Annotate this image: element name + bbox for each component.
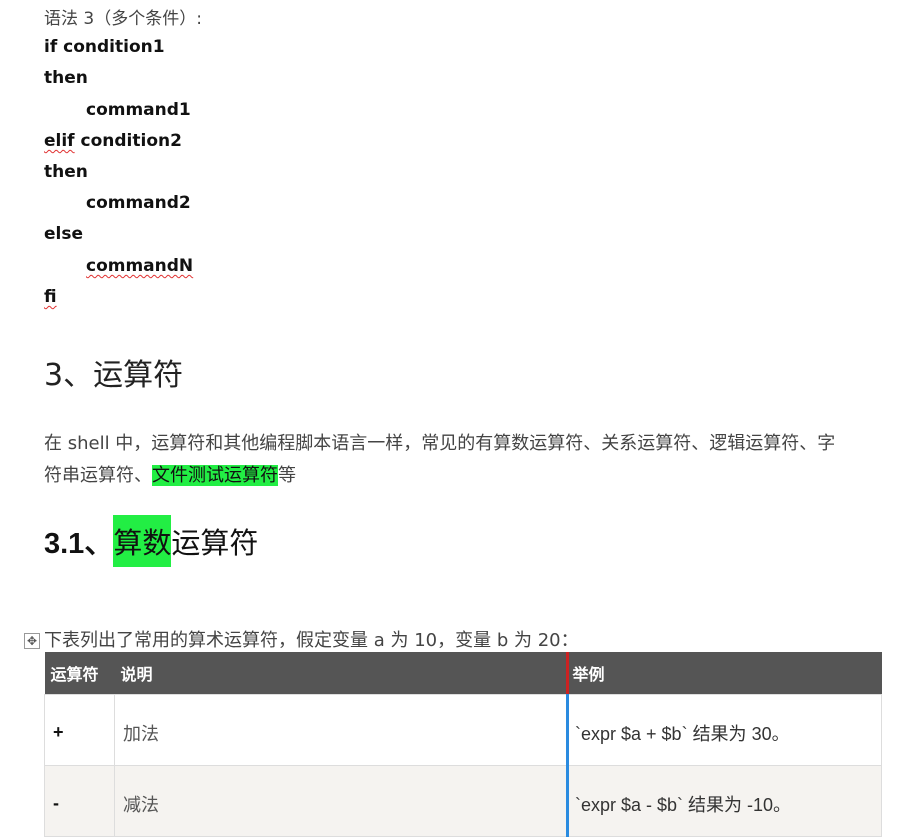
example-cell: `expr $a - $b` 结果为 -10。	[566, 764, 882, 837]
section-3-1-number: 3.1、	[44, 528, 114, 560]
header-example: 举例	[566, 652, 882, 694]
code-line-then-2: then	[44, 162, 88, 182]
table-intro: 下表列出了常用的算术运算符，假定变量 a 为 10，变量 b 为 20：	[44, 630, 579, 651]
description-cell: 加法	[114, 693, 567, 766]
section-3-heading: 3、运算符	[44, 358, 184, 393]
code-line-if: if condition1	[44, 37, 165, 57]
table-row: - 减法 `expr $a - $b` 结果为 -10。	[44, 764, 882, 837]
paragraph-tail: 等	[278, 465, 296, 486]
arithmetic-operators-table: 运算符 说明 举例 + 加法 `expr $a + $b` 结果为 30。 - …	[44, 652, 882, 837]
example-cell: `expr $a + $b` 结果为 30。	[566, 693, 882, 766]
code-line-command1: command1	[86, 100, 191, 120]
operators-paragraph: 在 shell 中，运算符和其他编程脚本语言一样，常见的有算数运算符、关系运算符…	[44, 428, 844, 492]
code-line-commandN: commandN	[86, 256, 194, 276]
code-line-else: else	[44, 224, 84, 244]
table-header-row: 运算符 说明 举例	[44, 652, 882, 694]
syntax-heading: 语法 3（多个条件）:	[44, 9, 202, 29]
table-move-handle-icon[interactable]: ✥	[24, 633, 40, 649]
section-3-1-highlight: 算数	[113, 515, 172, 567]
operator-cell: -	[44, 764, 115, 837]
description-cell: 减法	[114, 764, 567, 837]
section-3-1-rest: 运算符	[171, 526, 259, 560]
header-operator: 运算符	[44, 652, 115, 694]
code-line-then-1: then	[44, 68, 88, 88]
elif-condition: condition2	[74, 131, 182, 151]
header-description: 说明	[114, 652, 567, 694]
operator-cell: +	[44, 693, 115, 766]
column-resize-marker-header[interactable]	[566, 652, 569, 694]
code-line-elif: elif condition2	[44, 131, 182, 151]
elif-keyword: elif	[44, 131, 75, 151]
table-row: + 加法 `expr $a + $b` 结果为 30。	[44, 693, 882, 766]
code-line-command2: command2	[86, 193, 191, 213]
column-resize-marker[interactable]	[566, 694, 569, 837]
section-3-1-heading: 3.1、 算数 运算符	[44, 515, 258, 567]
paragraph-highlight: 文件测试运算符	[152, 465, 278, 486]
code-line-fi: fi	[44, 287, 57, 307]
